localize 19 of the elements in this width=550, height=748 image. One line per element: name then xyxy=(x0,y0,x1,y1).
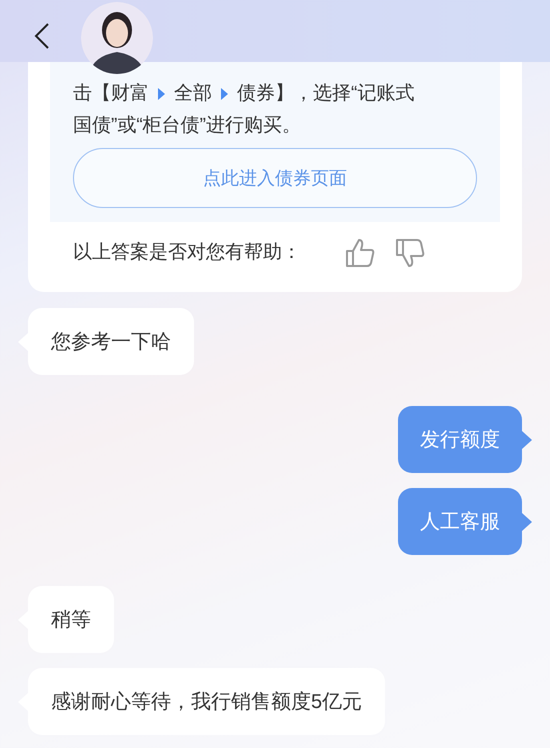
triangle-icon xyxy=(157,87,166,101)
thumbs-up-icon[interactable] xyxy=(345,238,375,268)
received-message: 感谢耐心等待，我行销售额度5亿元 xyxy=(28,668,386,735)
triangle-icon xyxy=(220,87,229,101)
sent-message: 发行额度 xyxy=(398,406,522,473)
avatar xyxy=(81,2,153,74)
thumbs-down-icon[interactable] xyxy=(395,238,425,268)
received-message: 稍等 xyxy=(28,586,114,653)
answer-text: 国债”或“柜台债”进行购买。 xyxy=(73,114,301,138)
bubble-tail-icon xyxy=(522,430,532,448)
sent-message: 人工客服 xyxy=(398,488,522,555)
answer-text: 击【财富 xyxy=(73,82,149,106)
feedback-prompt: 以上答案是否对您有帮助： xyxy=(73,240,301,265)
back-icon[interactable] xyxy=(34,23,50,49)
received-message: 您参考一下哈 xyxy=(28,308,194,375)
bond-page-button[interactable]: 点此进入债券页面 xyxy=(73,148,477,208)
answer-text: 债券】，选择“记账式 xyxy=(237,82,414,106)
bubble-tail-icon xyxy=(522,512,532,530)
answer-text: 全部 xyxy=(174,82,212,106)
